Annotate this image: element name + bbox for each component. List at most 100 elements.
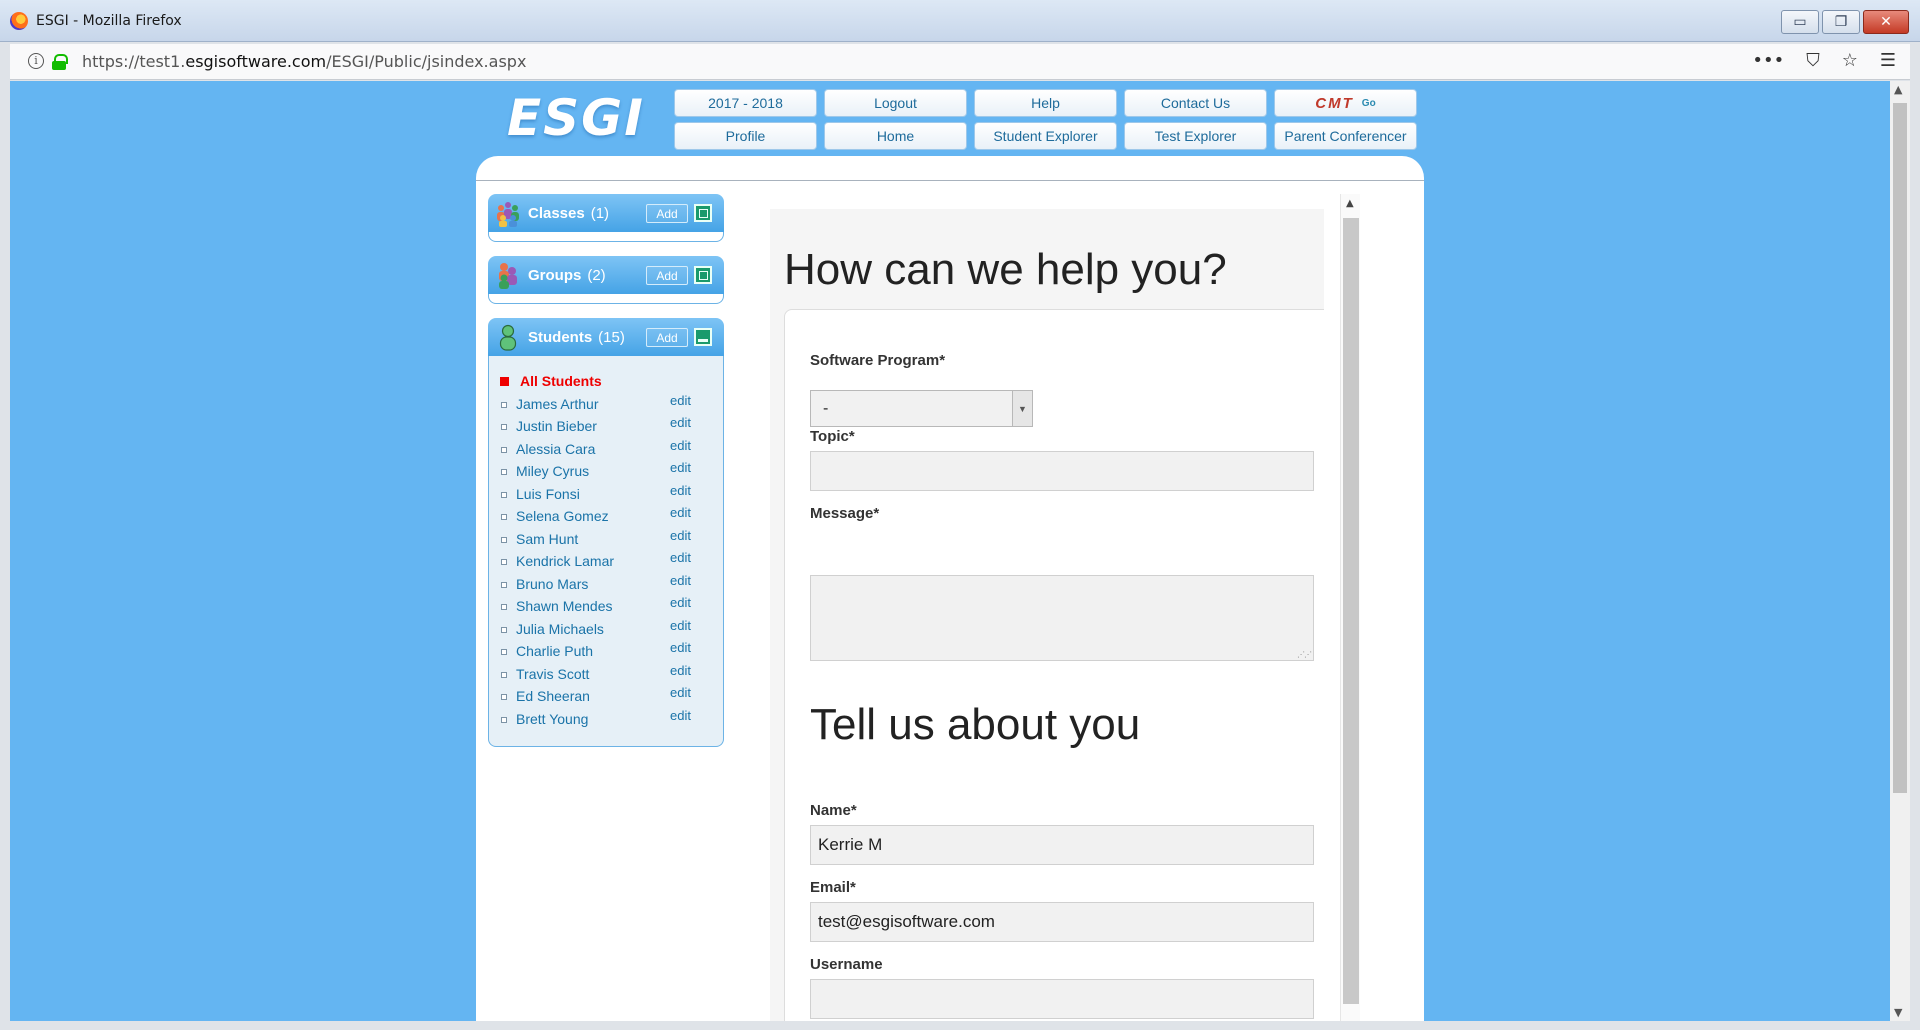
student-list-item[interactable]: Bruno Mars edit: [489, 573, 723, 598]
bookmark-star-icon[interactable]: ☆: [1842, 50, 1858, 71]
scroll-down-icon[interactable]: ▼: [1894, 1006, 1902, 1019]
hamburger-menu-icon[interactable]: ☰: [1880, 50, 1896, 71]
edit-student-link[interactable]: edit: [670, 415, 691, 430]
bullet-icon: [501, 514, 507, 520]
classes-body: [488, 232, 724, 242]
username-input[interactable]: [810, 979, 1314, 1019]
email-input[interactable]: test@esgisoftware.com: [810, 902, 1314, 942]
help-button[interactable]: Help: [974, 89, 1117, 117]
student-list-item[interactable]: Ed Sheeran edit: [489, 685, 723, 710]
topic-input[interactable]: [810, 451, 1314, 491]
student-name[interactable]: Ed Sheeran: [516, 688, 590, 704]
name-input[interactable]: Kerrie M: [810, 825, 1314, 865]
student-list-item[interactable]: Miley Cyrus edit: [489, 460, 723, 485]
edit-student-link[interactable]: edit: [670, 393, 691, 408]
collapse-icon[interactable]: [694, 328, 712, 346]
software-program-select[interactable]: - ▼: [810, 390, 1033, 427]
edit-student-link[interactable]: edit: [670, 685, 691, 700]
student-list-item[interactable]: Luis Fonsi edit: [489, 483, 723, 508]
edit-student-link[interactable]: edit: [670, 483, 691, 498]
student-list-item[interactable]: Alessia Cara edit: [489, 438, 723, 463]
edit-student-link[interactable]: edit: [670, 618, 691, 633]
student-name[interactable]: Alessia Cara: [516, 441, 595, 457]
expand-icon[interactable]: [694, 204, 712, 222]
all-students-item[interactable]: All Students: [489, 372, 723, 395]
minimize-button[interactable]: ▭: [1781, 10, 1819, 34]
add-group-button[interactable]: Add: [646, 266, 688, 285]
pocket-icon[interactable]: ⛉: [1806, 50, 1820, 71]
contact-us-button[interactable]: Contact Us: [1124, 89, 1267, 117]
student-name[interactable]: Shawn Mendes: [516, 598, 613, 614]
name-label: Name*: [810, 802, 857, 819]
esgi-logo[interactable]: ESGI: [507, 89, 645, 147]
parent-conferencer-button[interactable]: Parent Conferencer: [1274, 122, 1417, 150]
student-name[interactable]: Sam Hunt: [516, 531, 578, 547]
url-bar[interactable]: https://test1.esgisoftware.com/ESGI/Publ…: [82, 52, 526, 71]
scroll-up-icon[interactable]: ▲: [1894, 83, 1902, 96]
expand-icon[interactable]: [694, 266, 712, 284]
student-name[interactable]: Brett Young: [516, 711, 588, 727]
student-list-item[interactable]: Selena Gomez edit: [489, 505, 723, 530]
scroll-up-icon[interactable]: ▲: [1346, 198, 1354, 209]
student-list-item[interactable]: Shawn Mendes edit: [489, 595, 723, 620]
edit-student-link[interactable]: edit: [670, 438, 691, 453]
student-name[interactable]: Justin Bieber: [516, 418, 597, 434]
lock-icon[interactable]: [52, 54, 68, 70]
classes-people-icon: [497, 202, 519, 227]
student-explorer-button[interactable]: Student Explorer: [974, 122, 1117, 150]
cmt-go-button[interactable]: CMT Go: [1274, 89, 1417, 117]
content-scroll-thumb[interactable]: [1343, 218, 1359, 1004]
site-info-icon[interactable]: i: [28, 53, 44, 69]
school-year-button[interactable]: 2017 - 2018: [674, 89, 817, 117]
student-name[interactable]: Kendrick Lamar: [516, 553, 614, 569]
student-name[interactable]: Julia Michaels: [516, 621, 604, 637]
student-name[interactable]: Charlie Puth: [516, 643, 593, 659]
student-list-item[interactable]: James Arthur edit: [489, 393, 723, 418]
student-name[interactable]: Miley Cyrus: [516, 463, 589, 479]
profile-button[interactable]: Profile: [674, 122, 817, 150]
student-name[interactable]: Luis Fonsi: [516, 486, 580, 502]
resize-grip-icon[interactable]: ⋰⋰: [1297, 650, 1312, 659]
logout-button[interactable]: Logout: [824, 89, 967, 117]
content-scrollbar[interactable]: ▲: [1340, 194, 1360, 1021]
bullet-icon: [501, 604, 507, 610]
student-list-item[interactable]: Brett Young edit: [489, 708, 723, 733]
page-scroll-thumb[interactable]: [1893, 103, 1907, 793]
groups-header[interactable]: Groups (2) Add: [488, 256, 724, 294]
students-header[interactable]: Students (15) Add: [488, 318, 724, 356]
student-list-item[interactable]: Justin Bieber edit: [489, 415, 723, 440]
edit-student-link[interactable]: edit: [670, 550, 691, 565]
student-name[interactable]: Bruno Mars: [516, 576, 588, 592]
student-name[interactable]: Selena Gomez: [516, 508, 609, 524]
edit-student-link[interactable]: edit: [670, 595, 691, 610]
student-list-item[interactable]: Kendrick Lamar edit: [489, 550, 723, 575]
edit-student-link[interactable]: edit: [670, 460, 691, 475]
close-window-button[interactable]: ✕: [1863, 10, 1909, 34]
add-class-button[interactable]: Add: [646, 204, 688, 223]
edit-student-link[interactable]: edit: [670, 528, 691, 543]
message-textarea[interactable]: ⋰⋰: [810, 575, 1314, 661]
maximize-button[interactable]: ❐: [1822, 10, 1860, 34]
classes-header[interactable]: Classes (1) Add: [488, 194, 724, 232]
students-block: Students (15) Add All Students James Arth…: [488, 318, 724, 747]
chevron-down-icon[interactable]: ▼: [1012, 391, 1032, 426]
edit-student-link[interactable]: edit: [670, 708, 691, 723]
home-button[interactable]: Home: [824, 122, 967, 150]
student-list-item[interactable]: Sam Hunt edit: [489, 528, 723, 553]
page-scrollbar[interactable]: ▲ ▼: [1890, 81, 1910, 1021]
page-actions-icon[interactable]: •••: [1752, 50, 1784, 71]
edit-student-link[interactable]: edit: [670, 663, 691, 678]
student-list-item[interactable]: Charlie Puth edit: [489, 640, 723, 665]
bullet-icon: [501, 491, 507, 498]
edit-student-link[interactable]: edit: [670, 640, 691, 655]
edit-student-link[interactable]: edit: [670, 573, 691, 588]
bullet-icon: [501, 424, 507, 430]
test-explorer-button[interactable]: Test Explorer: [1124, 122, 1267, 150]
student-name[interactable]: James Arthur: [516, 396, 598, 412]
student-list-item[interactable]: Travis Scott edit: [489, 663, 723, 688]
add-student-button[interactable]: Add: [646, 328, 688, 347]
student-name[interactable]: Travis Scott: [516, 666, 589, 682]
edit-student-link[interactable]: edit: [670, 505, 691, 520]
main-panel: Classes (1) Add Groups (2) Add Students …: [476, 156, 1424, 1021]
student-list-item[interactable]: Julia Michaels edit: [489, 618, 723, 643]
